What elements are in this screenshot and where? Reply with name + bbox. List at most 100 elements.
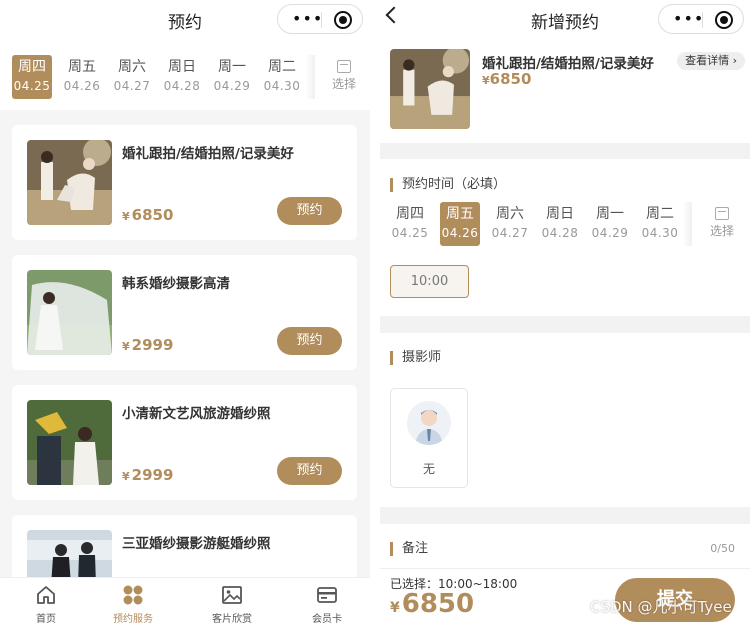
price-value: 6850 (489, 70, 532, 88)
tab-member-card[interactable]: 会员卡 (281, 578, 370, 625)
currency-symbol: ¥ (482, 74, 490, 87)
view-details-label: 查看详情 (685, 54, 730, 67)
date-item-0426[interactable]: 周五 04.26 (62, 55, 102, 99)
price-value: 6850 (401, 589, 475, 619)
nav-bar: 新增预约 ••• (380, 0, 750, 40)
weekday-label: 周二 (646, 206, 674, 222)
date-label: 04.25 (391, 226, 429, 240)
tab-home[interactable]: 首页 (0, 578, 92, 625)
book-button[interactable]: 预约 (277, 457, 342, 485)
product-summary: 婚礼跟拍/结婚拍照/记录美好 ¥6850 查看详情 › (380, 40, 750, 143)
product-name: 婚礼跟拍/结婚拍照/记录美好 (122, 146, 294, 162)
date-label: 04.28 (541, 226, 579, 240)
tab-label: 客片欣赏 (212, 614, 252, 625)
date-item-0426[interactable]: 周五 04.26 (440, 202, 480, 246)
date-item-0429[interactable]: 周一 04.29 (212, 55, 252, 99)
weekday-label: 周一 (218, 59, 246, 75)
more-icon[interactable]: ••• (673, 10, 704, 28)
date-label: 04.25 (13, 79, 51, 93)
scroll-fade (305, 55, 315, 99)
tab-gallery[interactable]: 客片欣赏 (186, 578, 278, 625)
book-button[interactable]: 预约 (277, 327, 342, 355)
currency-symbol: ¥ (122, 340, 130, 353)
book-button[interactable]: 预约 (277, 197, 342, 225)
date-label: 04.30 (263, 79, 301, 93)
mini-program-capsule[interactable]: ••• (277, 4, 363, 34)
price-value: 2999 (131, 336, 174, 354)
weekday-label: 周四 (18, 59, 46, 75)
date-label: 04.28 (163, 79, 201, 93)
date-label: 04.27 (113, 79, 151, 93)
product-card[interactable]: 小清新文艺风旅游婚纱照 ¥2999 预约 (12, 385, 357, 500)
close-target-icon[interactable] (715, 11, 733, 29)
view-details-link[interactable]: 查看详情 › (677, 52, 745, 70)
product-card[interactable]: 婚礼跟拍/结婚拍照/记录美好 ¥6850 预约 (12, 125, 357, 240)
weekday-label: 周四 (396, 206, 424, 222)
date-item-0429[interactable]: 周一 04.29 (590, 202, 630, 246)
card-icon (316, 584, 338, 606)
weekday-label: 周一 (596, 206, 624, 222)
time-slot-chip[interactable]: 10:00 (390, 265, 469, 298)
total-price: ¥6850 (390, 589, 474, 619)
chevron-right-icon: › (732, 54, 737, 67)
date-item-0428[interactable]: 周日 04.28 (162, 55, 202, 99)
product-photo-wedding-horse (27, 140, 112, 225)
price-value: 2999 (131, 466, 174, 484)
section-title: 预约时间（必填） (390, 178, 506, 192)
weekday-label: 周日 (168, 59, 196, 75)
product-card[interactable]: 韩系婚纱摄影高清 ¥2999 预约 (12, 255, 357, 370)
date-item-0430[interactable]: 周二 04.30 (262, 55, 302, 99)
app-root: 预约 ••• 周四 04.25 周五 04.26 周六 04.27 周日 04.… (0, 0, 750, 625)
tab-label: 会员卡 (312, 614, 342, 625)
product-price: ¥6850 (482, 70, 531, 88)
pick-date-label: 选择 (331, 77, 356, 91)
mini-program-capsule[interactable]: ••• (658, 4, 744, 34)
capsule-divider (321, 12, 322, 28)
tab-booking-services[interactable]: 预约服务 (87, 578, 179, 625)
section-title: 备注 (390, 542, 428, 556)
close-target-icon[interactable] (334, 11, 352, 29)
weekday-label: 周五 (68, 59, 96, 75)
bottom-tab-bar: 首页 预约服务 客片欣赏 会员卡 (0, 577, 370, 625)
weekday-label: 周二 (268, 59, 296, 75)
product-photo-travel (27, 400, 112, 485)
date-label: 04.29 (591, 226, 629, 240)
product-price: ¥2999 (122, 336, 173, 354)
pick-date-button[interactable]: 选择 (326, 60, 362, 92)
weekday-label: 周六 (118, 59, 146, 75)
image-icon (221, 584, 243, 606)
date-item-0425[interactable]: 周四 04.25 (12, 55, 52, 99)
remark-char-count: 0/50 (710, 542, 735, 555)
new-booking-screen: 新增预约 ••• 婚礼跟拍/结婚拍照/记录美好 ¥6850 查看详情 › 预约时… (380, 0, 750, 625)
date-item-0428[interactable]: 周日 04.28 (540, 202, 580, 246)
more-icon[interactable]: ••• (292, 10, 323, 28)
product-name: 三亚婚纱摄影游艇婚纱照 (122, 536, 271, 552)
date-item-0425[interactable]: 周四 04.25 (390, 202, 430, 246)
date-item-0430[interactable]: 周二 04.30 (640, 202, 680, 246)
weekday-label: 周日 (546, 206, 574, 222)
price-value: 6850 (131, 206, 174, 224)
avatar (407, 401, 451, 445)
date-label: 04.27 (491, 226, 529, 240)
pick-date-button[interactable]: 选择 (704, 207, 740, 239)
product-thumbnail (390, 49, 470, 129)
services-icon (122, 584, 144, 606)
product-price: ¥2999 (122, 466, 173, 484)
currency-symbol: ¥ (122, 210, 130, 223)
weekday-label: 周六 (496, 206, 524, 222)
tab-label: 预约服务 (113, 614, 153, 625)
date-item-0427[interactable]: 周六 04.27 (490, 202, 530, 246)
product-photo-veil (27, 270, 112, 355)
booking-list-screen: 预约 ••• 周四 04.25 周五 04.26 周六 04.27 周日 04.… (0, 0, 370, 625)
date-selector: 周四 04.25 周五 04.26 周六 04.27 周日 04.28 周一 0… (0, 40, 370, 110)
product-name: 婚礼跟拍/结婚拍照/记录美好 (482, 56, 654, 72)
calendar-icon (337, 60, 351, 73)
weekday-label: 周五 (446, 206, 474, 222)
date-label: 04.29 (213, 79, 251, 93)
date-item-0427[interactable]: 周六 04.27 (112, 55, 152, 99)
currency-symbol: ¥ (390, 600, 400, 616)
scroll-fade (682, 202, 692, 246)
pick-date-label: 选择 (709, 224, 734, 238)
tab-label: 首页 (36, 614, 56, 625)
photographer-option[interactable]: 无 (390, 388, 468, 488)
